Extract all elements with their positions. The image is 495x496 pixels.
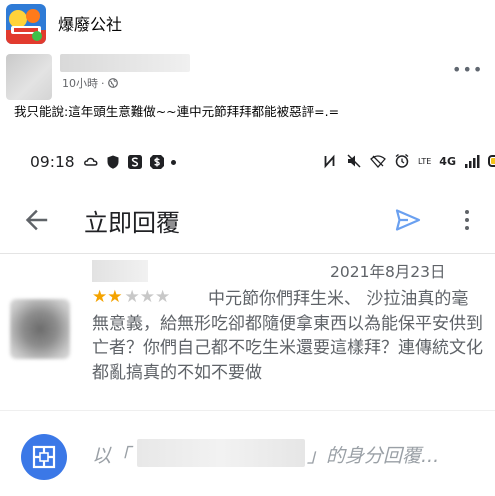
meta-separator: · (101, 76, 105, 90)
reply-prefix[interactable]: 以「 (92, 441, 130, 468)
shield-icon (107, 155, 119, 169)
status-bar-left: 09:18 (30, 153, 176, 171)
review-first-line: 中元節你們拜生米、 沙拉油 (208, 289, 418, 309)
post-options-button[interactable]: ••• (452, 62, 483, 78)
reply-avatar (21, 434, 67, 480)
post-time[interactable]: 10小時 (62, 75, 98, 91)
send-icon[interactable] (393, 205, 423, 235)
author-name-redacted[interactable] (60, 54, 190, 72)
review-text: 中元節你們拜生米、 沙拉油真的毫無意義，給無形吃卻都隨便拿東西以為能保平安供到亡… (92, 287, 484, 385)
business-icon (32, 445, 56, 469)
group-logo[interactable] (6, 4, 46, 44)
reviewer-name-redacted (92, 260, 148, 282)
reply-divider (0, 410, 495, 411)
dollar-app-icon (149, 155, 164, 169)
cloud-icon (83, 157, 98, 166)
mute-icon (347, 154, 361, 168)
post-text: 我只能說:這年頭生意難做~~連中元節拜拜都能被惡評=.= (14, 104, 340, 119)
reply-name-redacted[interactable] (137, 439, 305, 467)
wifi-off-icon (370, 155, 386, 168)
reply-input-placeholder[interactable]: 」的身分回覆... (307, 441, 439, 468)
status-bar-right: LTE 4G (322, 153, 495, 169)
review-screenshot: 09:18 LTE 4G 立即回覆 2021年8月23日 ★★ ★★★ 中元節你… (0, 139, 495, 496)
app-bar: 立即回覆 (0, 191, 495, 247)
app-bar-divider (0, 253, 495, 254)
network-indicator: 4G (439, 154, 456, 168)
review-date: 2021年8月23日 (330, 263, 446, 281)
status-time: 09:18 (30, 153, 75, 171)
kebab-icon[interactable] (460, 205, 474, 235)
author-avatar[interactable] (6, 54, 52, 100)
group-name[interactable]: 爆廢公社 (58, 11, 122, 35)
arrow-left-icon[interactable] (22, 205, 52, 235)
group-header: 爆廢公社 (0, 0, 495, 48)
notification-dot (170, 159, 176, 165)
post-meta: 10小時 · (62, 75, 118, 91)
lte-indicator: LTE (418, 156, 432, 166)
alarm-icon (395, 153, 409, 168)
nfc-icon (324, 154, 335, 169)
signal-icon (464, 155, 480, 168)
reviewer-avatar (10, 299, 70, 359)
page-title: 立即回覆 (84, 209, 180, 237)
s-app-icon (127, 155, 142, 169)
globe-icon (107, 78, 118, 88)
battery-icon (487, 155, 495, 167)
